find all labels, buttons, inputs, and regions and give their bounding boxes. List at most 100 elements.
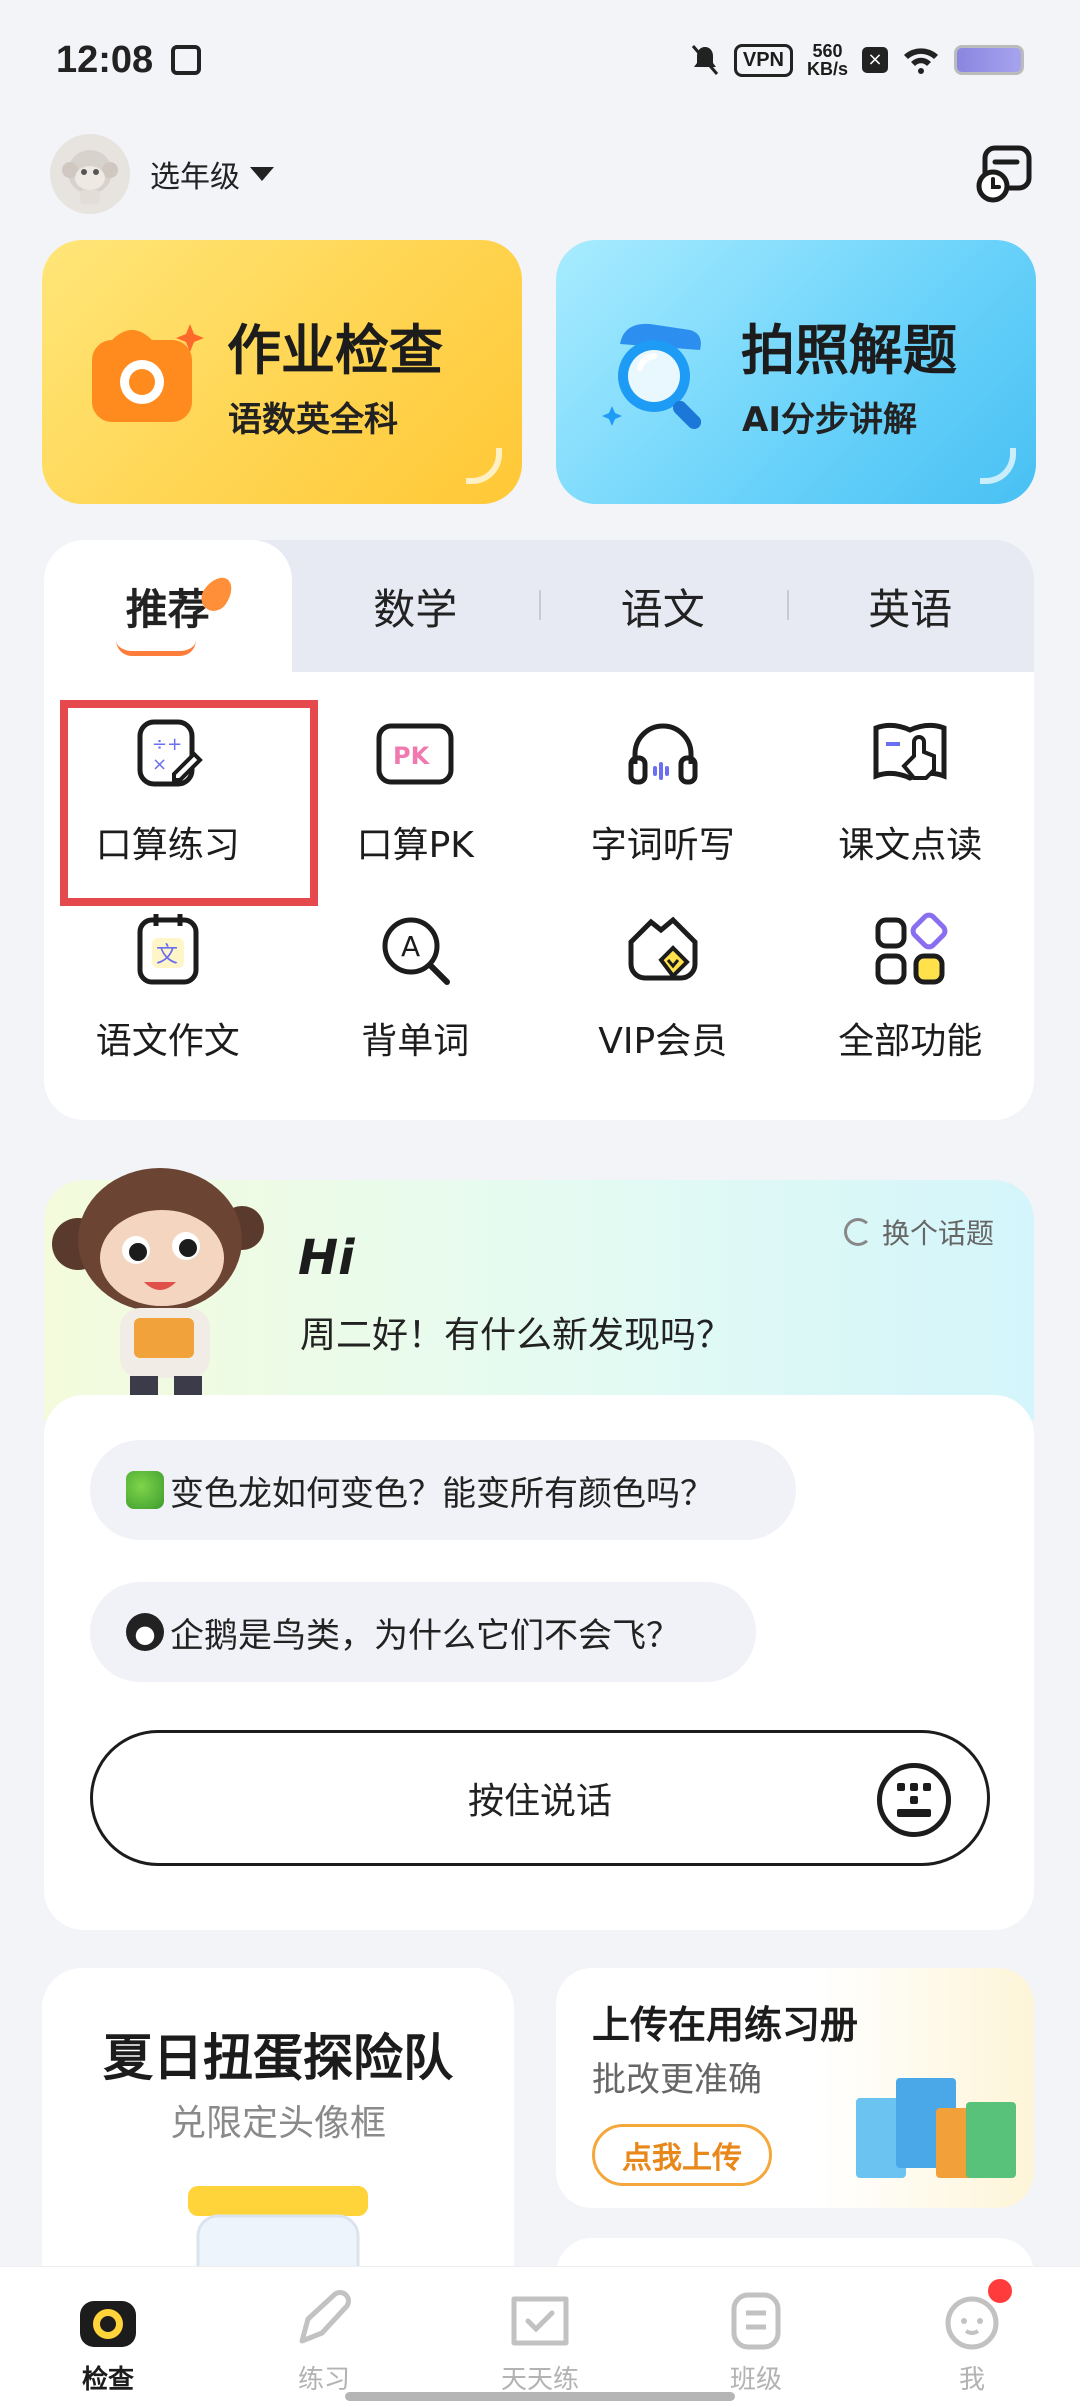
corner-deco xyxy=(980,448,1016,484)
magnifier-icon xyxy=(602,323,702,430)
nav-daily[interactable]: 天天练 xyxy=(432,2267,648,2408)
book-point-icon xyxy=(873,722,947,781)
status-time: 12:08 xyxy=(56,38,154,81)
battery-icon xyxy=(954,45,1024,75)
speed-unit: KB/s xyxy=(806,59,848,79)
tab-math[interactable]: 数学 xyxy=(292,540,540,672)
feature-dictation[interactable]: 字词听写 xyxy=(539,682,787,878)
wen-text: 文 xyxy=(156,943,178,968)
greeting-text: 周二好！有什么新发现吗？ xyxy=(300,1315,733,1356)
upload-workbook-card[interactable]: 上传在用练习册 批改更准确 点我上传 xyxy=(556,1968,1034,2208)
feature-all[interactable]: 全部功能 xyxy=(787,878,1035,1074)
subject-tabs: 推荐 数学 语文 英语 xyxy=(44,540,1034,672)
nav-label: 班级 xyxy=(729,2365,782,2395)
feature-label: 口算PK xyxy=(356,825,474,866)
monkey-avatar-icon xyxy=(62,150,118,204)
tab-label: 推荐 xyxy=(125,584,210,634)
no-sim-icon: × xyxy=(862,47,888,73)
nav-label: 我 xyxy=(958,2365,985,2395)
pk-text: PK xyxy=(393,742,431,770)
header: 选年级 xyxy=(50,128,1035,220)
home-indicator[interactable] xyxy=(345,2392,735,2401)
grade-selector[interactable]: 选年级 xyxy=(150,152,240,196)
feature-text-reading[interactable]: 课文点读 xyxy=(787,682,1035,878)
corner-deco xyxy=(466,448,502,484)
tab-divider xyxy=(539,590,541,620)
caret-down-icon[interactable] xyxy=(250,167,274,181)
class-nav-icon xyxy=(731,2292,781,2350)
chameleon-icon xyxy=(126,1471,164,1509)
sim-icon xyxy=(171,45,202,75)
tab-divider xyxy=(786,590,789,620)
change-topic-label: 换个话题 xyxy=(882,1217,995,1250)
suggestion-text: 企鹅是鸟类，为什么它们不会飞？ xyxy=(170,1615,680,1656)
nav-label: 天天练 xyxy=(500,2365,579,2395)
photo-solve-card[interactable]: 拍照解题 AI分步讲解 xyxy=(556,240,1036,504)
workbooks-icon xyxy=(856,2078,1016,2178)
vpn-badge: VPN xyxy=(733,43,793,77)
history-icon[interactable] xyxy=(971,142,1035,206)
card-title: 拍照解题 xyxy=(741,319,957,382)
nav-practice[interactable]: 练习 xyxy=(216,2267,432,2408)
pencil-nav-icon xyxy=(299,2290,351,2344)
wifi-icon xyxy=(904,48,938,74)
homework-check-card[interactable]: 作业检查 语数英全科 xyxy=(42,240,522,504)
feature-label: 字词听写 xyxy=(590,825,735,866)
vip-basket-icon xyxy=(628,916,698,981)
camera-nav-icon xyxy=(80,2301,136,2347)
hi-heading: Hi xyxy=(298,1230,355,1286)
feature-label: 课文点读 xyxy=(838,825,983,866)
feature-composition[interactable]: 文 语文作文 xyxy=(44,878,292,1074)
bottom-nav: 检查 练习 天天练 班级 我 xyxy=(0,2266,1080,2408)
feature-label: 全部功能 xyxy=(838,1021,983,1062)
status-icons: VPN 560 KB/s × xyxy=(690,42,1024,78)
nav-check[interactable]: 检查 xyxy=(0,2267,216,2408)
suggestion-chip[interactable]: 变色龙如何变色？能变所有颜色吗？ xyxy=(90,1440,796,1540)
camera-icon xyxy=(92,324,204,422)
word-search-icon: A xyxy=(382,917,451,985)
upload-subtitle: 批改更准确 xyxy=(592,2060,762,2100)
avatar[interactable] xyxy=(50,134,130,214)
card-subtitle: AI分步讲解 xyxy=(742,400,917,440)
notification-dot xyxy=(988,2279,1012,2303)
tab-chinese[interactable]: 语文 xyxy=(539,540,787,672)
feature-pk[interactable]: PK 口算PK xyxy=(292,682,540,878)
hold-to-talk-button[interactable]: 按住说话 xyxy=(90,1730,990,1866)
tab-english[interactable]: 英语 xyxy=(786,540,1035,672)
talk-label: 按住说话 xyxy=(467,1781,612,1822)
suggestion-chip[interactable]: 企鹅是鸟类，为什么它们不会飞？ xyxy=(90,1582,756,1682)
a-text: A xyxy=(401,930,420,963)
tab-label: 语文 xyxy=(620,584,705,634)
feature-vip[interactable]: VIP会员 xyxy=(539,878,787,1074)
upload-title: 上传在用练习册 xyxy=(592,2003,859,2047)
nav-label: 检查 xyxy=(81,2365,134,2395)
penguin-icon xyxy=(126,1613,164,1651)
event-title: 夏日扭蛋探险队 xyxy=(103,2029,453,2087)
highlight-box xyxy=(60,700,318,906)
monkey-mascot-icon xyxy=(52,1168,264,1396)
composition-icon: 文 xyxy=(137,914,199,985)
feature-label: VIP会员 xyxy=(598,1021,728,1062)
card-title: 作业检查 xyxy=(227,319,443,382)
change-topic-button[interactable]: 换个话题 xyxy=(844,1212,994,1252)
speed-value: 560 xyxy=(812,41,843,61)
network-speed: 560 KB/s xyxy=(807,42,848,78)
event-subtitle: 兑限定头像框 xyxy=(169,2103,386,2144)
feature-panel: 推荐 数学 语文 英语 ÷+ × 口算练习 PK 口算PK 字词听写 课文点读 … xyxy=(44,540,1034,1120)
nav-class[interactable]: 班级 xyxy=(648,2267,864,2408)
daily-check-nav-icon xyxy=(511,2296,569,2346)
feature-label: 语文作文 xyxy=(95,1021,240,1062)
tab-label: 数学 xyxy=(373,584,458,634)
feature-vocabulary[interactable]: A 背单词 xyxy=(292,878,540,1074)
tab-underline xyxy=(116,640,196,656)
nav-me[interactable]: 我 xyxy=(864,2267,1080,2408)
status-bar: 12:08 VPN 560 KB/s × xyxy=(0,0,1080,120)
feature-label: 背单词 xyxy=(361,1021,470,1062)
refresh-icon xyxy=(844,1218,872,1246)
tab-recommend[interactable]: 推荐 xyxy=(44,540,292,672)
suggestion-text: 变色龙如何变色？能变所有颜色吗？ xyxy=(170,1473,714,1514)
all-features-icon xyxy=(875,912,948,985)
card-subtitle: 语数英全科 xyxy=(228,400,398,440)
keyboard-icon[interactable] xyxy=(877,1763,951,1837)
upload-button[interactable]: 点我上传 xyxy=(592,2124,772,2186)
